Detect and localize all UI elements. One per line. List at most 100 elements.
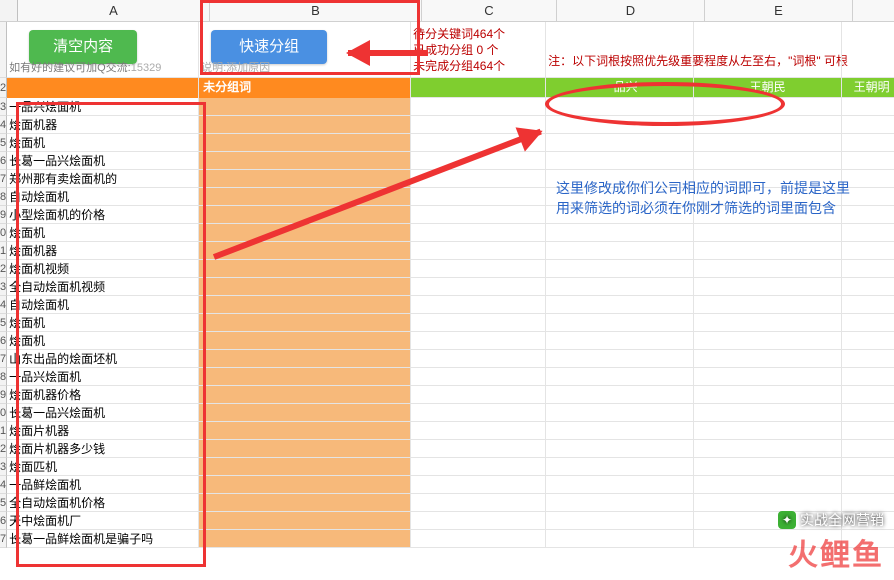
- col-header-e[interactable]: E: [705, 0, 853, 21]
- cell[interactable]: [546, 332, 694, 349]
- cell[interactable]: [694, 116, 842, 133]
- ungrouped-cell[interactable]: [199, 98, 411, 115]
- ungrouped-cell[interactable]: [199, 386, 411, 403]
- keyword-cell[interactable]: 烩面机: [7, 332, 199, 349]
- keyword-cell[interactable]: 山东出品的烩面坯机: [7, 350, 199, 367]
- row-number[interactable]: 6: [0, 152, 7, 170]
- cell[interactable]: [411, 386, 546, 403]
- cell[interactable]: [411, 260, 546, 277]
- cell[interactable]: [694, 386, 842, 403]
- cell[interactable]: [546, 530, 694, 547]
- row-number[interactable]: 6: [0, 512, 7, 530]
- keyword-cell[interactable]: 一品兴烩面机: [7, 98, 199, 115]
- cell[interactable]: [546, 278, 694, 295]
- ungrouped-cell[interactable]: [199, 188, 411, 205]
- col-header-d[interactable]: D: [557, 0, 705, 21]
- row-number[interactable]: 3: [0, 278, 7, 296]
- keyword-cell[interactable]: 小型烩面机的价格: [7, 206, 199, 223]
- cell[interactable]: [694, 134, 842, 151]
- row-number[interactable]: 7: [0, 170, 7, 188]
- cell[interactable]: [411, 296, 546, 313]
- cell[interactable]: [546, 260, 694, 277]
- ungrouped-cell[interactable]: [199, 116, 411, 133]
- keyword-cell[interactable]: 烩面机器: [7, 242, 199, 259]
- ungrouped-cell[interactable]: [199, 242, 411, 259]
- cell[interactable]: [546, 350, 694, 367]
- cell[interactable]: [411, 206, 546, 223]
- keyword-cell[interactable]: 烩面机: [7, 134, 199, 151]
- cell[interactable]: [411, 116, 546, 133]
- ungrouped-cell[interactable]: [199, 422, 411, 439]
- cell[interactable]: [546, 368, 694, 385]
- ungrouped-cell[interactable]: [199, 206, 411, 223]
- cell[interactable]: [546, 242, 694, 259]
- keyword-cell[interactable]: 烩面机器价格: [7, 386, 199, 403]
- keyword-cell[interactable]: 长葛一品鲜烩面机是骗子吗: [7, 530, 199, 547]
- cell[interactable]: [411, 152, 546, 169]
- row-number[interactable]: 7: [0, 350, 7, 368]
- ungrouped-cell[interactable]: [199, 368, 411, 385]
- cell[interactable]: [694, 494, 842, 511]
- ungrouped-cell[interactable]: [199, 332, 411, 349]
- cell[interactable]: [411, 224, 546, 241]
- cell[interactable]: [546, 224, 694, 241]
- cell[interactable]: [546, 314, 694, 331]
- cell[interactable]: [546, 296, 694, 313]
- cell[interactable]: [411, 440, 546, 457]
- row-number[interactable]: 2: [0, 78, 7, 98]
- cell[interactable]: [411, 332, 546, 349]
- keyword-cell[interactable]: 自动烩面机: [7, 188, 199, 205]
- row-number[interactable]: 9: [0, 386, 7, 404]
- header-root-1[interactable]: 一品兴: [546, 78, 694, 97]
- row-number[interactable]: 9: [0, 206, 7, 224]
- row-number[interactable]: 0: [0, 224, 7, 242]
- cell[interactable]: [694, 242, 842, 259]
- ungrouped-cell[interactable]: [199, 404, 411, 421]
- keyword-cell[interactable]: 长葛一品兴烩面机: [7, 152, 199, 169]
- cell[interactable]: [694, 422, 842, 439]
- cell[interactable]: [546, 404, 694, 421]
- ungrouped-cell[interactable]: [199, 134, 411, 151]
- cell[interactable]: [694, 476, 842, 493]
- ungrouped-cell[interactable]: [199, 350, 411, 367]
- cell[interactable]: [546, 458, 694, 475]
- cell[interactable]: [546, 440, 694, 457]
- row-number[interactable]: 2: [0, 260, 7, 278]
- row-number[interactable]: 5: [0, 494, 7, 512]
- cell[interactable]: [411, 404, 546, 421]
- col-header-b[interactable]: B: [210, 0, 422, 21]
- cell[interactable]: [546, 512, 694, 529]
- ungrouped-cell[interactable]: [199, 314, 411, 331]
- ungrouped-cell[interactable]: [199, 260, 411, 277]
- cell[interactable]: [411, 494, 546, 511]
- cell[interactable]: [411, 422, 546, 439]
- cell[interactable]: [411, 458, 546, 475]
- ungrouped-cell[interactable]: [199, 494, 411, 511]
- keyword-cell[interactable]: 一品鲜烩面机: [7, 476, 199, 493]
- ungrouped-cell[interactable]: [199, 224, 411, 241]
- keyword-cell[interactable]: 烩面匹机: [7, 458, 199, 475]
- row-number[interactable]: 4: [0, 476, 7, 494]
- row-number[interactable]: 5: [0, 314, 7, 332]
- row-number[interactable]: 6: [0, 332, 7, 350]
- ungrouped-cell[interactable]: [199, 530, 411, 547]
- header-root-3[interactable]: 王朝明: [842, 78, 894, 97]
- cell[interactable]: [694, 314, 842, 331]
- cell[interactable]: [546, 152, 694, 169]
- keyword-cell[interactable]: 长葛一品兴烩面机: [7, 404, 199, 421]
- cell[interactable]: [411, 278, 546, 295]
- row-number[interactable]: 4: [0, 116, 7, 134]
- cell[interactable]: [694, 152, 842, 169]
- cell[interactable]: [546, 116, 694, 133]
- keyword-cell[interactable]: 烩面机视频: [7, 260, 199, 277]
- row-number[interactable]: 8: [0, 188, 7, 206]
- row-number[interactable]: 0: [0, 404, 7, 422]
- ungrouped-cell[interactable]: [199, 458, 411, 475]
- cell[interactable]: [694, 458, 842, 475]
- cell[interactable]: [694, 224, 842, 241]
- cell[interactable]: [411, 188, 546, 205]
- ungrouped-cell[interactable]: [199, 296, 411, 313]
- keyword-cell[interactable]: 全自动烩面机价格: [7, 494, 199, 511]
- row-number[interactable]: 5: [0, 134, 7, 152]
- keyword-cell[interactable]: 烩面机: [7, 224, 199, 241]
